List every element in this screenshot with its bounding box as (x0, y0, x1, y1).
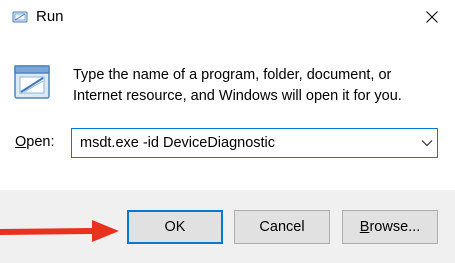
open-combobox[interactable]: msdt.exe -id DeviceDiagnostic (71, 128, 438, 158)
close-button[interactable] (409, 0, 455, 34)
run-program-icon (14, 65, 50, 99)
window-title: Run (36, 8, 64, 25)
chevron-down-icon[interactable] (421, 138, 433, 148)
ok-button[interactable]: OK (127, 210, 223, 244)
open-label: Open: (15, 134, 55, 150)
title-bar: Run (0, 0, 455, 34)
run-dialog: Run Type the name of a program, folder, … (0, 0, 455, 263)
run-app-icon (12, 11, 28, 23)
browse-label: rowse... (369, 219, 421, 235)
close-icon (426, 11, 438, 23)
dialog-description: Type the name of a program, folder, docu… (73, 67, 402, 104)
browse-mnemonic: B (359, 219, 370, 235)
open-label-text: pen: (26, 134, 55, 150)
browse-button[interactable]: Browse... (342, 210, 438, 244)
open-input[interactable]: msdt.exe -id DeviceDiagnostic (80, 135, 275, 151)
pointer-arrow-icon (0, 220, 119, 242)
open-label-mnemonic: O (15, 134, 27, 150)
cancel-button[interactable]: Cancel (234, 210, 330, 244)
